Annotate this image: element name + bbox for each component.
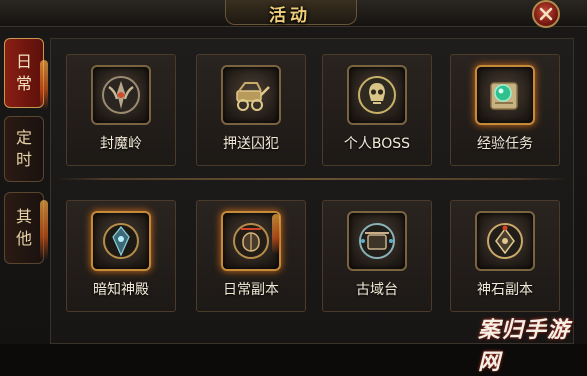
skull-emblem-icon	[358, 76, 396, 114]
activity-tile-guyutai[interactable]: 古域台	[322, 200, 432, 312]
activity-label: 经验任务	[477, 136, 533, 152]
tab-other-label: 其他	[16, 207, 33, 248]
activity-label: 日常副本	[223, 282, 279, 298]
activity-icon-frame	[347, 65, 407, 125]
flame-decoration	[40, 60, 48, 110]
ancient-altar-icon	[359, 223, 395, 259]
activity-tile-personal-boss[interactable]: 个人BOSS	[322, 54, 432, 166]
activity-icon-frame	[475, 211, 535, 271]
cart-icon	[236, 82, 270, 111]
activity-icon-frame	[91, 65, 151, 125]
tab-daily-label: 日常	[16, 52, 33, 93]
activity-tile-daily-dungeon[interactable]: 日常副本	[196, 200, 306, 312]
tab-daily[interactable]: 日常	[4, 38, 44, 108]
activity-label: 个人BOSS	[343, 136, 411, 152]
close-button[interactable]	[532, 0, 560, 28]
demon-crest-icon	[102, 76, 140, 114]
activity-icon-frame	[475, 65, 535, 125]
activity-tile-exp-quest[interactable]: 经验任务	[450, 54, 560, 166]
activity-tile-shenshi-dungeon[interactable]: 神石副本	[450, 200, 560, 312]
activity-label: 暗知神殿	[93, 282, 149, 298]
activity-tile-anzhi-temple[interactable]: 暗知神殿	[66, 200, 176, 312]
activity-icon-frame	[91, 211, 151, 271]
activity-icon-frame	[221, 65, 281, 125]
flame-decoration	[272, 214, 280, 254]
window-title: 活动	[269, 6, 311, 26]
sacred-stone-icon	[487, 223, 523, 259]
activity-label: 封魔岭	[100, 136, 142, 152]
row-divider	[56, 178, 568, 180]
scroll-orb-icon	[490, 82, 518, 110]
tab-timed-label: 定时	[16, 128, 33, 169]
gate-emblem-icon	[233, 223, 269, 259]
activity-label: 古域台	[356, 282, 398, 298]
activity-label: 神石副本	[477, 282, 533, 298]
dark-temple-icon	[103, 223, 139, 259]
activity-label: 押送囚犯	[223, 136, 279, 152]
activity-tile-fengmoling[interactable]: 封魔岭	[66, 54, 176, 166]
close-icon	[539, 7, 553, 21]
activity-icon-frame	[347, 211, 407, 271]
tab-timed[interactable]: 定时	[4, 116, 44, 182]
tab-other[interactable]: 其他	[4, 192, 44, 264]
watermark: 案归手游网	[478, 318, 571, 375]
flame-decoration	[40, 200, 48, 260]
activity-tile-yasong[interactable]: 押送囚犯	[196, 54, 306, 166]
